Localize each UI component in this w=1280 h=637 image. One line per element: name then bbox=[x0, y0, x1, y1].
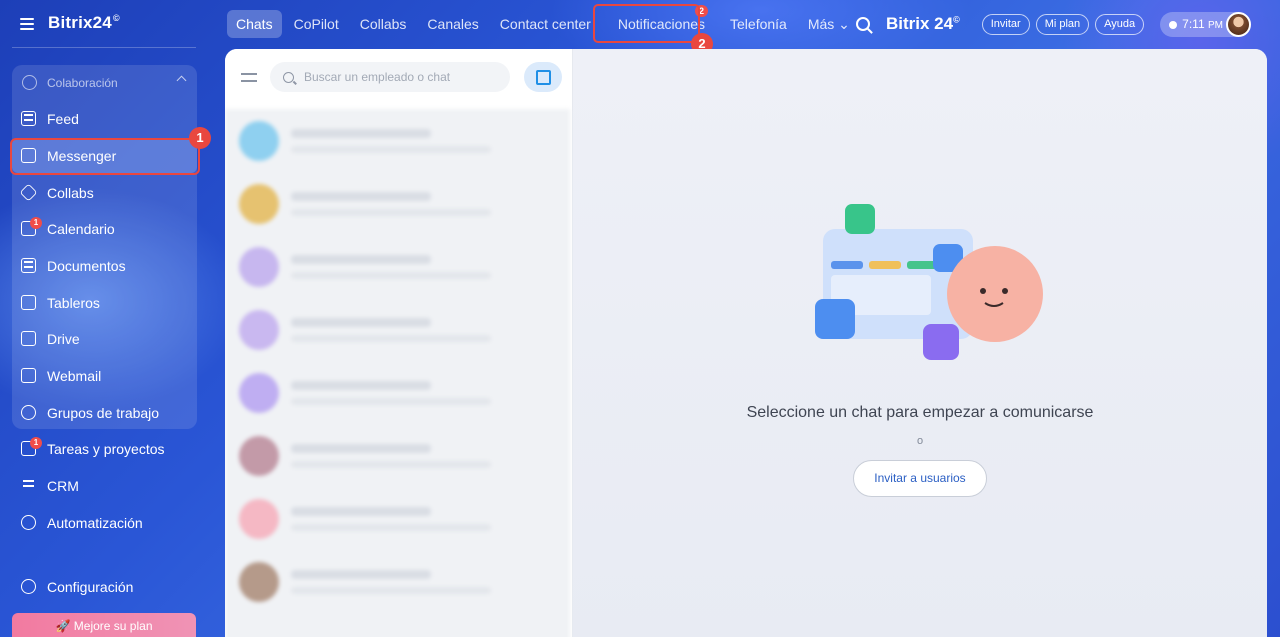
documents-icon bbox=[21, 258, 36, 273]
sidebar: Bitrix24© Colaboración Feed Messenger Co… bbox=[0, 0, 210, 637]
clock-icon bbox=[1169, 20, 1178, 29]
clock-time: 7:11 bbox=[1182, 16, 1205, 31]
empty-state-title: Seleccione un chat para empezar a comuni… bbox=[746, 404, 1094, 421]
highlight-messenger bbox=[10, 138, 200, 175]
empty-state-or: o bbox=[916, 435, 924, 447]
group-label: Colaboración bbox=[47, 75, 118, 90]
sidebar-item-label: Calendario bbox=[47, 220, 115, 237]
sidebar-divider bbox=[12, 47, 196, 48]
sidebar-item-tasks[interactable]: 1 Tareas y proyectos bbox=[12, 431, 197, 466]
tab-collabs[interactable]: Collabs bbox=[351, 10, 416, 38]
drive-icon bbox=[21, 331, 36, 346]
chevron-down-icon: ⌄ bbox=[834, 16, 850, 32]
header-actions: Bitrix 24© Invitar Mi plan Ayuda 7:11 PM bbox=[856, 10, 1251, 38]
tab-more-label: Más bbox=[807, 16, 835, 32]
chat-list-blurred bbox=[225, 109, 570, 637]
sidebar-item-drive[interactable]: Drive bbox=[12, 321, 197, 356]
tab-telephony[interactable]: Telefonía bbox=[721, 10, 796, 38]
work-time-widget[interactable]: 7:11 PM bbox=[1160, 11, 1251, 37]
sidebar-item-webmail[interactable]: Webmail bbox=[12, 358, 197, 393]
my-plan-button[interactable]: Mi plan bbox=[1035, 13, 1090, 35]
sidebar-item-workgroups[interactable]: Grupos de trabajo bbox=[12, 395, 197, 430]
gear-icon bbox=[21, 579, 36, 594]
list-item[interactable] bbox=[225, 361, 570, 424]
upgrade-label: Mejore su plan bbox=[73, 619, 153, 633]
sidebar-item-collabs[interactable]: Collabs bbox=[12, 175, 197, 210]
invite-users-button[interactable]: Invitar a usuarios bbox=[853, 460, 987, 497]
brand-logo[interactable]: Bitrix24© bbox=[48, 13, 120, 33]
sidebar-item-label: Documentos bbox=[47, 257, 126, 274]
list-item[interactable] bbox=[225, 109, 570, 172]
empty-chat-area: Seleccione un chat para empezar a comuni… bbox=[573, 49, 1267, 637]
group-header[interactable]: Colaboración bbox=[12, 65, 197, 100]
sidebar-item-label: Webmail bbox=[47, 367, 102, 384]
sidebar-item-boards[interactable]: Tableros bbox=[12, 285, 197, 320]
brand-mark: © bbox=[112, 13, 120, 24]
list-item[interactable] bbox=[225, 235, 570, 298]
sidebar-header: Bitrix24© bbox=[0, 0, 210, 46]
tab-chats[interactable]: Chats bbox=[227, 10, 282, 38]
sidebar-item-label: Grupos de trabajo bbox=[47, 404, 160, 421]
sidebar-item-label: Feed bbox=[47, 110, 79, 127]
list-item[interactable] bbox=[225, 550, 570, 613]
filter-icon[interactable] bbox=[241, 70, 257, 84]
menu-icon[interactable] bbox=[20, 17, 34, 30]
search-icon[interactable] bbox=[856, 17, 870, 31]
invite-button[interactable]: Invitar bbox=[981, 13, 1030, 35]
chat-search-input[interactable]: Buscar un empleado o chat bbox=[270, 62, 510, 92]
search-placeholder: Buscar un empleado o chat bbox=[304, 70, 451, 84]
sidebar-item-label: Configuración bbox=[47, 578, 134, 595]
list-item[interactable] bbox=[225, 424, 570, 487]
list-item[interactable] bbox=[225, 298, 570, 361]
highlight-notifications bbox=[593, 4, 700, 43]
sidebar-item-label: CRM bbox=[47, 477, 79, 494]
sidebar-item-calendar[interactable]: 1 Calendario bbox=[12, 211, 197, 246]
sidebar-item-label: Tareas y proyectos bbox=[47, 440, 165, 457]
feed-icon bbox=[21, 111, 36, 126]
boards-icon bbox=[21, 295, 36, 310]
sidebar-item-label: Tableros bbox=[47, 294, 100, 311]
search-icon bbox=[283, 71, 294, 83]
step-badge-1: 1 bbox=[189, 127, 211, 149]
upgrade-plan-button[interactable]: 🚀 Mejore su plan bbox=[12, 613, 196, 637]
header-brand[interactable]: Bitrix 24© bbox=[886, 14, 960, 34]
tab-contact-center[interactable]: Contact center bbox=[491, 10, 600, 38]
calendar-badge: 1 bbox=[30, 217, 42, 229]
chat-list: Buscar un empleado o chat bbox=[225, 49, 573, 637]
tasks-badge: 1 bbox=[30, 437, 42, 449]
sidebar-item-label: Automatización bbox=[47, 514, 143, 531]
clock-ampm: PM bbox=[1207, 19, 1223, 31]
mail-icon bbox=[21, 368, 36, 383]
sidebar-item-documents[interactable]: Documentos bbox=[12, 248, 197, 283]
header-brand-mark: © bbox=[953, 14, 960, 25]
top-navigation: Chats CoPilot Collabs Canales Contact ce… bbox=[227, 5, 862, 38]
sidebar-item-crm[interactable]: CRM bbox=[12, 468, 197, 503]
sidebar-item-feed[interactable]: Feed bbox=[12, 101, 197, 136]
sidebar-item-label: Collabs bbox=[47, 184, 94, 201]
collabs-icon bbox=[19, 183, 38, 202]
header-brand-text: Bitrix 24 bbox=[886, 14, 954, 33]
brand-text: Bitrix24 bbox=[48, 13, 112, 32]
workgroups-icon bbox=[21, 405, 36, 420]
crm-icon bbox=[21, 478, 36, 493]
tab-channels[interactable]: Canales bbox=[418, 10, 487, 38]
help-button[interactable]: Ayuda bbox=[1095, 13, 1145, 35]
automation-icon bbox=[21, 515, 36, 530]
chat-list-header: Buscar un empleado o chat bbox=[225, 49, 572, 105]
tab-more[interactable]: Más ⌄ bbox=[799, 10, 859, 38]
messenger-illustration bbox=[815, 204, 1043, 360]
avatar[interactable] bbox=[1225, 11, 1251, 37]
list-item[interactable] bbox=[225, 172, 570, 235]
collaboration-icon bbox=[22, 75, 37, 90]
sidebar-item-label: Drive bbox=[47, 330, 80, 347]
list-item[interactable] bbox=[225, 487, 570, 550]
chevron-up-icon[interactable] bbox=[176, 75, 187, 86]
new-chat-button[interactable] bbox=[524, 62, 562, 92]
tab-copilot[interactable]: CoPilot bbox=[285, 10, 348, 38]
messenger-panel: Buscar un empleado o chat Seleccione un … bbox=[225, 49, 1267, 637]
rocket-icon: 🚀 bbox=[55, 619, 74, 633]
sidebar-item-settings[interactable]: Configuración bbox=[12, 569, 197, 604]
sidebar-item-automation[interactable]: Automatización bbox=[12, 505, 197, 540]
